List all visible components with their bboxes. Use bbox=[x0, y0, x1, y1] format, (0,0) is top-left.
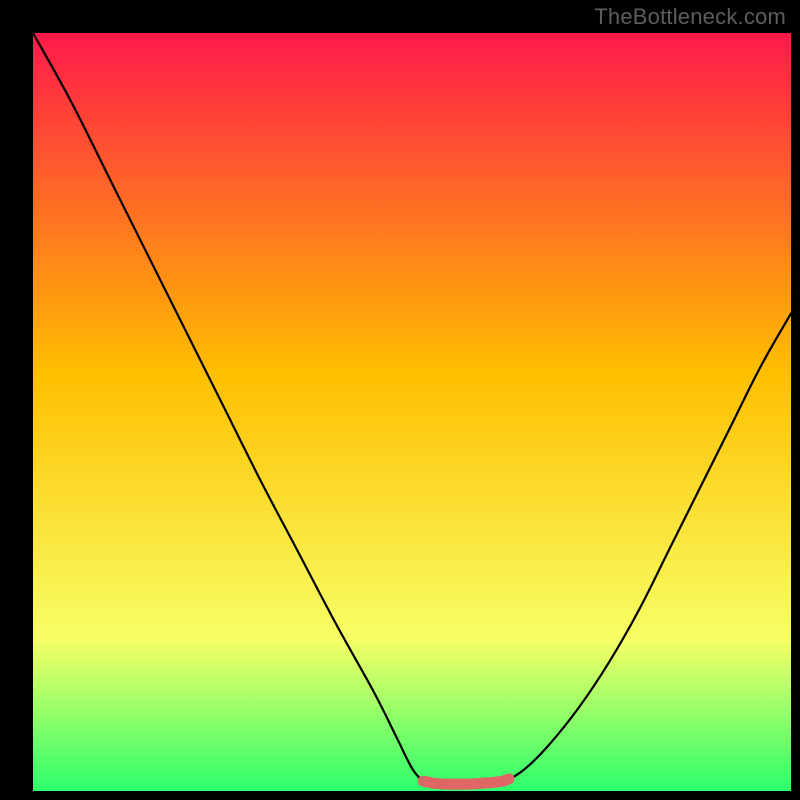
chart-svg bbox=[33, 33, 791, 791]
marker-dot bbox=[430, 778, 440, 788]
marker-dot bbox=[464, 779, 474, 789]
marker-dot bbox=[486, 777, 496, 787]
marker-dot bbox=[475, 778, 485, 788]
marker-dot bbox=[441, 779, 451, 789]
plot-area bbox=[33, 33, 791, 791]
gradient-background bbox=[33, 33, 791, 791]
marker-dot bbox=[418, 776, 428, 786]
marker-dot bbox=[452, 779, 462, 789]
marker-dot bbox=[504, 774, 514, 784]
chart-frame: TheBottleneck.com bbox=[0, 0, 800, 800]
watermark-text: TheBottleneck.com bbox=[594, 4, 786, 30]
